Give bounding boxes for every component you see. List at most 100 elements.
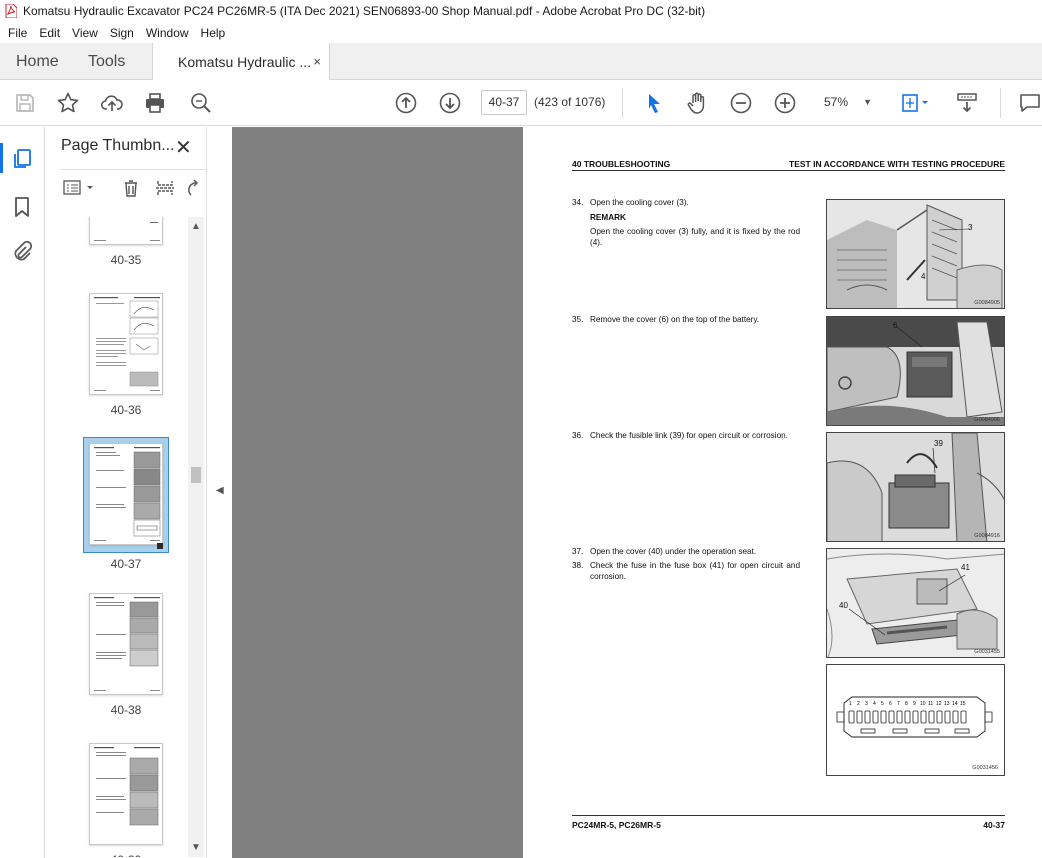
fit-page-icon[interactable] bbox=[899, 91, 931, 115]
step-number: 36. bbox=[572, 431, 584, 440]
collapse-panel-icon[interactable]: ◀ bbox=[216, 485, 224, 496]
fuse-number: 10 bbox=[920, 701, 926, 707]
menu-help[interactable]: Help bbox=[195, 26, 232, 40]
tab-home[interactable]: Home bbox=[16, 43, 59, 80]
header-rule bbox=[572, 170, 1005, 171]
callout-label: 39 bbox=[934, 439, 943, 448]
figure-battery-cover: 6 G0084906 bbox=[826, 316, 1005, 426]
page-number-input[interactable]: 40-37 bbox=[481, 90, 527, 115]
hand-icon[interactable] bbox=[685, 91, 709, 115]
fuse-number: 11 bbox=[928, 701, 934, 707]
callout-label: 40 bbox=[839, 601, 848, 610]
fuse-number: 7 bbox=[897, 701, 900, 707]
figure-cooling-cover: 3 4 G0084905 bbox=[826, 199, 1005, 309]
callout-label: 3 bbox=[968, 223, 973, 232]
document-viewport[interactable]: 40 TROUBLESHOOTING TEST IN ACCORDANCE WI… bbox=[232, 127, 1042, 858]
figure-code: G0084905 bbox=[974, 300, 1000, 306]
scroll-mode-icon[interactable] bbox=[955, 91, 979, 115]
tab-document-label: Komatsu Hydraulic ... bbox=[178, 54, 312, 70]
upload-icon[interactable] bbox=[100, 91, 124, 115]
zoom-value: 57% bbox=[824, 95, 849, 109]
fuse-number: 9 bbox=[913, 701, 916, 707]
comment-icon[interactable] bbox=[1018, 91, 1042, 115]
menu-edit[interactable]: Edit bbox=[33, 26, 66, 40]
chevron-down-icon: ▼ bbox=[863, 97, 872, 107]
figure-code: G0031455 bbox=[974, 649, 1000, 655]
thumbnail-page bbox=[89, 443, 163, 545]
acrobat-window: Komatsu Hydraulic Excavator PC24 PC26MR-… bbox=[0, 0, 1042, 858]
zoom-select[interactable]: 57% ▼ bbox=[814, 90, 880, 115]
step-number: 34. bbox=[572, 198, 584, 207]
tab-document[interactable]: Komatsu Hydraulic ... × bbox=[152, 43, 330, 81]
menu-sign[interactable]: Sign bbox=[104, 26, 140, 40]
page-count: (423 of 1076) bbox=[534, 95, 606, 109]
step-number: 35. bbox=[572, 315, 584, 324]
fuse-number: 15 bbox=[960, 701, 966, 707]
menu-bar: File Edit View Sign Window Help bbox=[0, 22, 1042, 43]
pdf-page: 40 TROUBLESHOOTING TEST IN ACCORDANCE WI… bbox=[523, 127, 1042, 858]
figure-code: G0084916 bbox=[974, 533, 1000, 539]
page-thumbnails-icon[interactable] bbox=[10, 147, 34, 171]
step-text: Remove the cover (6) on the top of the b… bbox=[590, 315, 760, 324]
close-panel-icon[interactable]: ✕ bbox=[175, 135, 192, 160]
fuse-number: 4 bbox=[873, 701, 876, 707]
page-header-right: TEST IN ACCORDANCE WITH TESTING PROCEDUR… bbox=[789, 159, 1005, 169]
toolbar-divider bbox=[622, 88, 623, 118]
options-menu-icon[interactable] bbox=[63, 180, 95, 201]
remark-text: Open the cooling cover (3) fully, and it… bbox=[590, 227, 800, 247]
thumbnails-scrollbar[interactable]: ▲ ▼ bbox=[188, 217, 204, 857]
thumbnail-label: 40-36 bbox=[110, 403, 142, 417]
bookmark-icon[interactable] bbox=[10, 195, 34, 219]
figure-fuse-box-diagram: 1 2 3 4 5 6 7 8 9 10 11 12 13 14 15 G003… bbox=[826, 664, 1005, 776]
footer-rule bbox=[572, 815, 1005, 816]
step-number: 37. bbox=[572, 547, 584, 556]
rotate-icon[interactable] bbox=[185, 178, 199, 203]
step-number: 38. bbox=[572, 561, 584, 570]
figure-fusible-link: 39 G0084916 bbox=[826, 432, 1005, 542]
callout-label: 6 bbox=[893, 321, 898, 330]
active-indicator bbox=[0, 143, 3, 173]
save-icon[interactable] bbox=[13, 91, 37, 115]
remark-heading: REMARK bbox=[590, 213, 626, 222]
fuse-numbers-row: 1 2 3 4 5 6 7 8 9 10 11 12 13 14 15 bbox=[848, 701, 978, 709]
zoom-search-icon[interactable] bbox=[189, 91, 213, 115]
page-footer-right: 40-37 bbox=[983, 820, 1005, 830]
menu-view[interactable]: View bbox=[66, 26, 104, 40]
insert-pages-icon[interactable] bbox=[155, 178, 175, 203]
thumbnail-page bbox=[89, 293, 163, 395]
figure-code: G0084906 bbox=[974, 417, 1000, 423]
prev-page-icon[interactable] bbox=[394, 91, 418, 115]
panel-toolbar bbox=[59, 169, 209, 199]
thumbnail-page bbox=[89, 743, 163, 845]
fuse-number: 2 bbox=[857, 701, 860, 707]
menu-window[interactable]: Window bbox=[140, 26, 195, 40]
tab-bar: Home Tools Komatsu Hydraulic ... × bbox=[0, 43, 1042, 81]
close-tab-icon[interactable]: × bbox=[313, 54, 321, 69]
step-text: Check the fusible link (39) for open cir… bbox=[590, 431, 788, 440]
scrollbar-thumb[interactable] bbox=[191, 467, 201, 483]
menu-file[interactable]: File bbox=[0, 26, 33, 40]
figure-code: G0031456 bbox=[972, 765, 998, 771]
tab-tools[interactable]: Tools bbox=[88, 43, 125, 80]
thumbnail-label: 40-39 bbox=[81, 853, 171, 857]
callout-label: 41 bbox=[961, 563, 970, 572]
zoom-in-icon[interactable] bbox=[773, 91, 797, 115]
fuse-number: 14 bbox=[952, 701, 958, 707]
attachment-icon[interactable] bbox=[10, 240, 34, 264]
panel-title: Page Thumbn... bbox=[61, 137, 175, 154]
fuse-number: 8 bbox=[905, 701, 908, 707]
scroll-down-icon[interactable]: ▼ bbox=[191, 842, 201, 853]
print-icon[interactable] bbox=[143, 91, 167, 115]
select-pointer-icon[interactable] bbox=[642, 91, 666, 115]
star-icon[interactable] bbox=[56, 91, 80, 115]
panel-splitter[interactable]: ◀ bbox=[206, 127, 232, 858]
step-text: Check the fuse in the fuse box (41) for … bbox=[590, 561, 800, 581]
zoom-out-icon[interactable] bbox=[729, 91, 753, 115]
fuse-number: 5 bbox=[881, 701, 884, 707]
step-text: Open the cover (40) under the operation … bbox=[590, 547, 757, 556]
trash-icon[interactable] bbox=[121, 178, 141, 203]
scroll-up-icon[interactable]: ▲ bbox=[191, 221, 201, 232]
left-navigation-rail bbox=[0, 127, 45, 858]
next-page-icon[interactable] bbox=[438, 91, 462, 115]
page-footer-left: PC24MR-5, PC26MR-5 bbox=[572, 820, 661, 830]
